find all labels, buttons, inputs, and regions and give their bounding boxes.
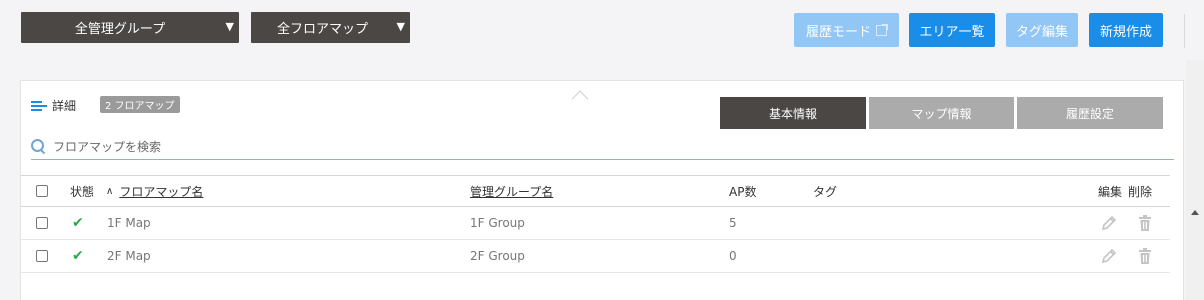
header-floor-map-name[interactable]: フロアマップ名 xyxy=(119,183,203,200)
floor-map-count-badge: 2 フロアマップ xyxy=(100,96,180,113)
area-list-button[interactable]: エリア一覧 xyxy=(909,13,995,47)
search-icon xyxy=(31,139,45,153)
caret-down-icon: ▼ xyxy=(225,20,234,33)
table-row[interactable]: ✔ 1F Map 1F Group 5 xyxy=(21,207,1170,240)
header-status: 状態 xyxy=(70,184,95,199)
floor-map-panel: 詳細 2 フロアマップ 基本情報 マップ情報 履歴設定 フロアマップを検索 状態… xyxy=(20,80,1184,300)
area-list-label: エリア一覧 xyxy=(919,24,985,40)
list-arrow-icon xyxy=(31,100,47,112)
header-ap-count: AP数 xyxy=(729,184,757,199)
header-group-name[interactable]: 管理グループ名 xyxy=(470,176,553,206)
floor-map-select[interactable]: 全フロアマップ ▼ xyxy=(251,12,410,43)
checkmark-icon: ✔ xyxy=(72,215,84,231)
management-group-select-label: 全管理グループ xyxy=(74,22,166,37)
trash-icon[interactable] xyxy=(1137,207,1153,239)
scroll-up-icon[interactable] xyxy=(1191,210,1199,215)
caret-down-icon: ▼ xyxy=(396,20,405,33)
floor-map-select-label: 全フロアマップ xyxy=(276,22,368,37)
row-ap-count: 5 xyxy=(729,216,737,230)
header-delete: 削除 xyxy=(1128,184,1153,199)
row-checkbox[interactable] xyxy=(36,217,48,229)
external-link-icon xyxy=(876,23,888,36)
row-group-name: 2F Group xyxy=(470,249,525,263)
management-group-select[interactable]: 全管理グループ ▼ xyxy=(21,12,239,43)
row-floor-map-name: 2F Map xyxy=(107,249,151,263)
tag-edit-button[interactable]: タグ編集 xyxy=(1006,13,1078,47)
detail-toggle[interactable]: 詳細 xyxy=(31,97,76,114)
row-ap-count: 0 xyxy=(729,249,737,263)
row-group-name: 1F Group xyxy=(470,216,525,230)
trash-icon[interactable] xyxy=(1137,240,1153,272)
toolbar-divider xyxy=(1184,14,1185,48)
table-header: 状態 ∧ フロアマップ名 管理グループ名 AP数 タグ 編集 削除 xyxy=(21,175,1170,207)
sort-indicator[interactable]: ∧ フロアマップ名 xyxy=(106,176,203,206)
pencil-icon[interactable] xyxy=(1100,240,1118,272)
pencil-icon[interactable] xyxy=(1100,207,1118,239)
history-mode-button[interactable]: 履歴モード xyxy=(794,13,899,47)
panel-tabs: 基本情報 マップ情報 履歴設定 xyxy=(720,97,1163,129)
tab-basic-info[interactable]: 基本情報 xyxy=(720,97,866,129)
detail-label: 詳細 xyxy=(52,99,77,113)
tag-edit-label: タグ編集 xyxy=(1015,24,1068,40)
header-tag: タグ xyxy=(813,184,838,199)
checkmark-icon: ✔ xyxy=(72,248,84,264)
row-floor-map-name: 1F Map xyxy=(107,216,151,230)
select-all-checkbox-cell xyxy=(36,176,48,206)
floor-map-search[interactable]: フロアマップを検索 xyxy=(31,133,1174,160)
tab-map-info[interactable]: マップ情報 xyxy=(869,97,1014,129)
search-input[interactable]: フロアマップを検索 xyxy=(53,138,161,155)
header-edit: 編集 xyxy=(1098,184,1123,199)
page-scrollbar[interactable] xyxy=(1186,60,1204,300)
select-all-checkbox[interactable] xyxy=(36,185,48,197)
row-checkbox[interactable] xyxy=(36,250,48,262)
new-create-label: 新規作成 xyxy=(1099,24,1152,40)
history-mode-label: 履歴モード xyxy=(805,24,871,40)
table-row[interactable]: ✔ 2F Map 2F Group 0 xyxy=(21,240,1170,273)
tab-history-settings[interactable]: 履歴設定 xyxy=(1017,97,1163,129)
new-create-button[interactable]: 新規作成 xyxy=(1089,13,1163,47)
sort-asc-icon: ∧ xyxy=(106,185,114,197)
top-toolbar: 全管理グループ ▼ 全フロアマップ ▼ 履歴モード エリア一覧 タグ編集 新規作… xyxy=(0,0,1204,60)
